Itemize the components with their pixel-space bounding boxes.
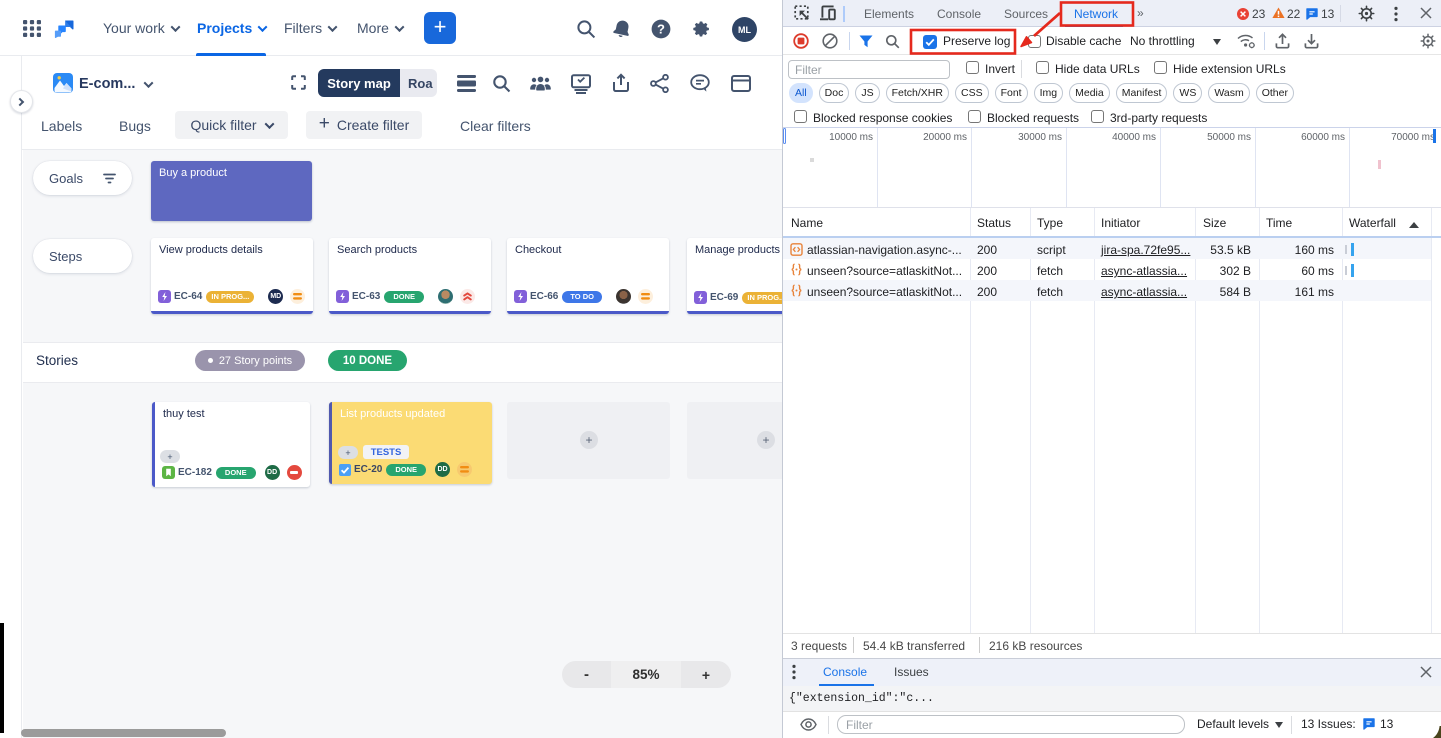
svg-text:?: ?	[657, 22, 665, 37]
